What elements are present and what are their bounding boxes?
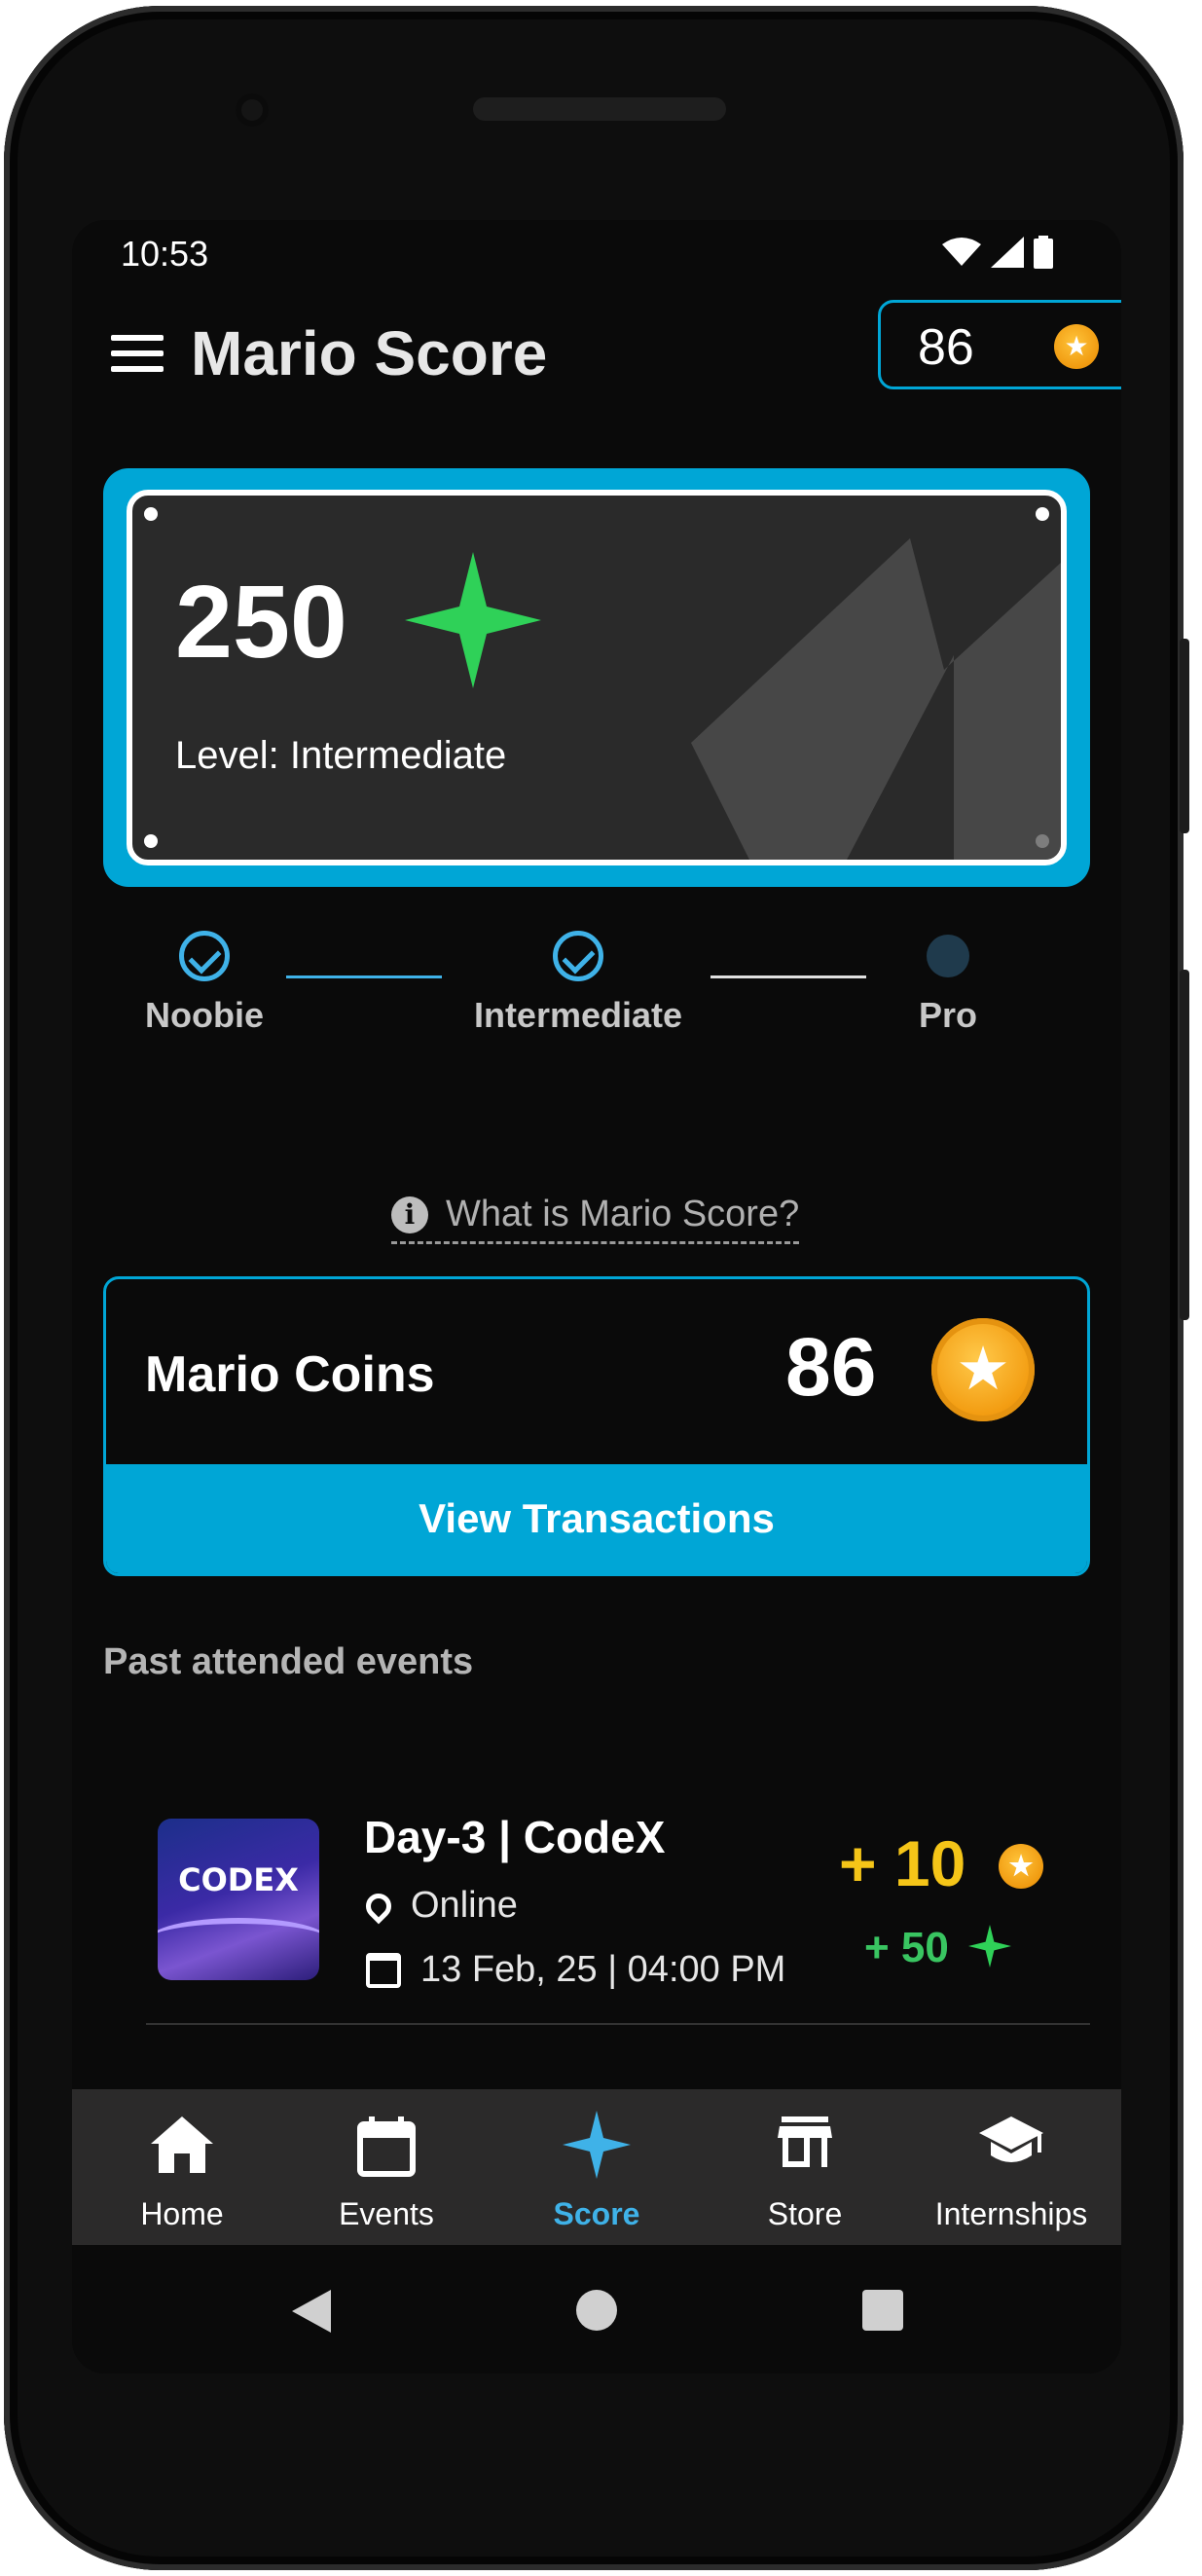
view-transactions-button[interactable]: View Transactions	[106, 1464, 1087, 1573]
corner-dot	[1036, 507, 1049, 521]
thumbnail-text: CODEX	[178, 1861, 299, 1898]
coins-card: Mario Coins 86 View Transactions	[103, 1276, 1090, 1576]
wifi-icon	[942, 238, 981, 266]
bottom-navigation: Home Events Score Store Internships	[72, 2089, 1121, 2245]
location-pin-icon	[360, 1888, 397, 1924]
calendar-icon	[366, 1952, 401, 1988]
page-title: Mario Score	[191, 318, 548, 388]
coins-value: 86	[785, 1321, 877, 1413]
nav-label: Score	[553, 2196, 640, 2231]
status-bar: 10:53	[72, 220, 1121, 288]
calendar-icon	[357, 2116, 416, 2177]
level-step-label: Intermediate	[473, 995, 683, 1035]
score-card: 250 Level: Intermediate	[103, 468, 1090, 887]
coin-balance-chip[interactable]: 86	[878, 300, 1121, 389]
level-step-noobie: Noobie	[127, 931, 282, 1036]
home-icon	[151, 2116, 213, 2173]
corner-dot	[144, 507, 158, 521]
coin-balance-value: 86	[918, 319, 974, 376]
event-location: Online	[411, 1885, 518, 1926]
event-coins-value: + 10	[839, 1827, 966, 1899]
home-system-icon[interactable]	[576, 2290, 617, 2331]
sparkle-icon	[968, 1925, 1012, 1968]
nav-label: Internships	[934, 2196, 1088, 2231]
event-datetime: 13 Feb, 25 | 04:00 PM	[420, 1949, 786, 1990]
app-screen: 10:53 Mario Score 86 250	[72, 220, 1121, 2374]
progress-line	[710, 975, 866, 978]
level-step-label: Noobie	[145, 995, 264, 1035]
event-coins-earned: + 10	[839, 1826, 1043, 1900]
status-icons	[942, 236, 1053, 269]
nav-label: Store	[767, 2196, 843, 2231]
event-thumbnail: CODEX	[158, 1819, 319, 1980]
coin-icon	[931, 1318, 1035, 1421]
check-icon	[553, 931, 603, 981]
nav-item-events[interactable]: Events	[276, 2089, 496, 2245]
level-label: Level: Intermediate	[175, 734, 507, 777]
level-stepper: Noobie Intermediate Pro	[72, 931, 1121, 1067]
event-score-earned: + 50	[864, 1924, 1012, 1972]
nav-item-home[interactable]: Home	[72, 2089, 292, 2245]
list-divider	[146, 2023, 1090, 2025]
coins-title: Mario Coins	[145, 1346, 435, 1403]
what-is-score-text: What is Mario Score?	[446, 1194, 800, 1234]
progress-line	[286, 975, 442, 978]
graduation-cap-icon	[979, 2116, 1043, 2162]
event-title: Day-3 | CodeX	[364, 1812, 666, 1862]
nav-label: Home	[140, 2196, 224, 2231]
system-navigation-bar	[72, 2245, 1121, 2374]
power-button	[1180, 639, 1189, 833]
menu-icon[interactable]	[111, 335, 164, 374]
phone-frame: 10:53 Mario Score 86 250	[4, 6, 1189, 2570]
sparkle-icon	[405, 552, 541, 688]
level-step-intermediate: Intermediate	[461, 931, 695, 1036]
nav-label: Events	[339, 2196, 434, 2231]
nav-item-score[interactable]: Score	[487, 2089, 707, 2245]
earpiece-speaker	[473, 97, 726, 121]
event-location-row: Online	[360, 1885, 518, 1927]
sparkle-icon	[563, 2111, 631, 2179]
recents-icon[interactable]	[862, 2290, 903, 2331]
corner-dot	[144, 834, 158, 848]
score-value: 250	[175, 565, 347, 680]
coin-icon	[999, 1844, 1043, 1889]
status-time: 10:53	[121, 234, 209, 274]
level-step-pro: Pro	[890, 931, 1006, 1036]
nav-item-store[interactable]: Store	[695, 2089, 915, 2245]
event-date-row: 13 Feb, 25 | 04:00 PM	[366, 1949, 785, 1991]
what-is-score-link[interactable]: i What is Mario Score?	[391, 1194, 800, 1244]
pending-dot-icon	[927, 935, 969, 977]
thumbnail-wave	[158, 1918, 319, 1963]
event-score-value: + 50	[864, 1924, 949, 1971]
check-icon	[179, 931, 230, 981]
signal-icon	[991, 237, 1024, 268]
m-logo-watermark	[691, 538, 1061, 860]
back-icon[interactable]	[292, 2290, 331, 2333]
front-camera	[236, 93, 269, 127]
nav-item-internships[interactable]: Internships	[901, 2089, 1121, 2245]
level-step-label: Pro	[918, 995, 977, 1035]
score-card-inner: 250 Level: Intermediate	[127, 490, 1067, 865]
store-icon	[778, 2116, 832, 2167]
volume-button	[1180, 970, 1189, 1320]
battery-icon	[1034, 236, 1053, 269]
info-icon: i	[391, 1196, 428, 1233]
coin-icon	[1054, 324, 1099, 369]
event-list-item[interactable]: CODEX Day-3 | CodeX Online 13 Feb, 25 | …	[72, 1797, 1121, 2011]
past-events-title: Past attended events	[103, 1641, 474, 1682]
